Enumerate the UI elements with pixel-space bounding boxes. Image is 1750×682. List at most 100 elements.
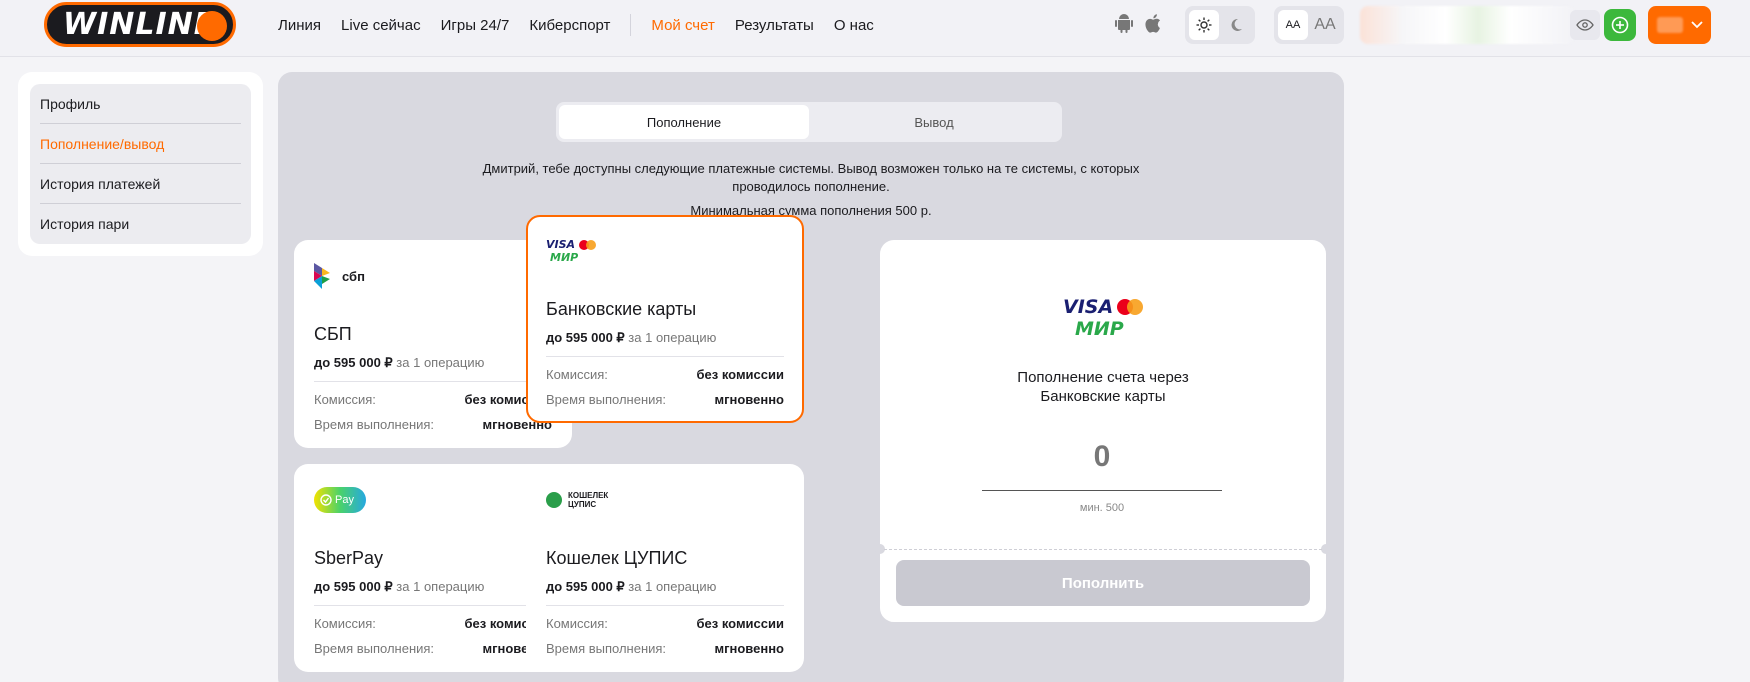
- nav-games[interactable]: Игры 24/7: [441, 17, 510, 34]
- fee-row: Комиссия: без комиссии: [546, 616, 784, 631]
- fee-value: без комиссии: [696, 616, 785, 631]
- balance-area[interactable]: [1360, 6, 1575, 44]
- time-row: Время выполнения: мгновенно: [546, 392, 784, 407]
- toggle-balance-button[interactable]: [1570, 10, 1600, 40]
- amount-min-hint: мин. 500: [1079, 502, 1125, 514]
- limit-suffix: за 1 операцию: [392, 355, 485, 370]
- time-label: Время выполнения:: [546, 641, 667, 656]
- moon-icon: [1231, 18, 1242, 31]
- visa-mir-logo: VISA МИР: [546, 233, 784, 269]
- deposit-title-line2: Банковские карты: [1040, 388, 1166, 405]
- nav-about[interactable]: О нас: [834, 17, 874, 34]
- time-label: Время выполнения:: [314, 641, 435, 656]
- nav-live[interactable]: Live сейчас: [341, 17, 421, 34]
- card-divider: [546, 605, 784, 606]
- sidebar-item-deposit-withdraw[interactable]: Пополнение/вывод: [40, 124, 241, 164]
- sun-icon: [1196, 17, 1212, 33]
- limit-amount: до 595 000 ₽: [314, 579, 393, 594]
- android-icon[interactable]: [1114, 12, 1134, 34]
- amount-input[interactable]: 0: [982, 440, 1222, 474]
- tab-deposit[interactable]: Пополнение: [559, 105, 809, 139]
- tab-withdraw[interactable]: Вывод: [809, 105, 1059, 139]
- chevron-down-icon: [1690, 21, 1703, 29]
- card-divider: [546, 356, 784, 357]
- nav-line[interactable]: Линия: [278, 17, 321, 34]
- limit-suffix: за 1 операцию: [624, 579, 717, 594]
- check-circle-icon: [320, 494, 332, 506]
- mir-logo-text: МИР: [550, 251, 579, 264]
- info-text: Дмитрий, тебе доступны следующие платежн…: [482, 161, 1140, 194]
- limit-amount: до 595 000 ₽: [314, 355, 393, 370]
- mastercard-icon: [1117, 299, 1144, 315]
- fee-value: без комиссии: [696, 367, 785, 382]
- payments-panel: Пополнение Вывод Дмитрий, тебе доступны …: [278, 72, 1344, 682]
- eye-icon: [1576, 19, 1594, 31]
- account-sidebar: Профиль Пополнение/вывод История платеже…: [18, 72, 263, 256]
- payment-card-bank-cards[interactable]: VISA МИР Банковские карты до 595 000 ₽ з…: [526, 215, 804, 423]
- card-divider: [314, 381, 552, 382]
- limit-suffix: за 1 операцию: [624, 330, 717, 345]
- user-menu-button[interactable]: [1648, 6, 1711, 44]
- payment-tabs: Пополнение Вывод: [556, 102, 1062, 142]
- sbp-icon: [314, 263, 330, 289]
- dark-theme-button[interactable]: [1221, 10, 1251, 40]
- main-nav: Линия Live сейчас Игры 24/7 Киберспорт М…: [278, 0, 874, 50]
- card-title: Банковские карты: [546, 299, 697, 319]
- time-row: Время выполнения: мгновенно: [314, 417, 552, 432]
- mastercard-icon: [579, 239, 597, 250]
- fee-label: Комиссия:: [314, 616, 376, 631]
- amount-underline: [982, 490, 1222, 491]
- limit-suffix: за 1 операцию: [392, 579, 485, 594]
- winline-logo[interactable]: WINLINE: [44, 2, 236, 47]
- visa-mir-logo-large: VISA МИР: [1063, 296, 1144, 340]
- nav-esports[interactable]: Киберспорт: [529, 17, 610, 34]
- nav-results[interactable]: Результаты: [735, 17, 814, 34]
- sidebar-item-payment-history[interactable]: История платежей: [40, 164, 241, 204]
- card-limit: до 595 000 ₽ за 1 операцию: [314, 579, 552, 595]
- quick-deposit-button[interactable]: [1604, 9, 1636, 41]
- sidebar-item-bet-history[interactable]: История пари: [40, 204, 241, 244]
- logo-dot-icon: [197, 11, 227, 41]
- time-row: Время выполнения: мгновенно: [546, 641, 784, 656]
- font-size-switch: AA AA: [1274, 6, 1344, 44]
- cupis-logo-line1: КОШЕЛЕК: [568, 491, 609, 500]
- logo-text: WINLINE: [63, 7, 216, 42]
- theme-switch: [1185, 6, 1255, 44]
- fee-label: Комиссия:: [314, 392, 376, 407]
- light-theme-button[interactable]: [1189, 10, 1219, 40]
- apple-icon[interactable]: [1144, 12, 1164, 34]
- mir-logo-text: МИР: [1075, 318, 1124, 340]
- time-label: Время выполнения:: [314, 417, 435, 432]
- fee-label: Комиссия:: [546, 616, 608, 631]
- fee-row: Комиссия: без комиссии: [314, 616, 552, 631]
- font-small-button[interactable]: AA: [1278, 10, 1308, 40]
- deposit-submit-button[interactable]: Пополнить: [896, 560, 1310, 606]
- sbp-logo-text: сбп: [342, 268, 365, 284]
- plus-circle-icon: [1611, 16, 1629, 34]
- dashed-divider: [884, 549, 1322, 550]
- card-title: СБП: [314, 324, 352, 344]
- app-download-icons: [1114, 12, 1164, 34]
- time-row: Время выполнения: мгновенно: [314, 641, 552, 656]
- cupis-logo: КОШЕЛЕК ЦУПИС: [546, 482, 784, 518]
- sberpay-logo-text: Pay: [335, 494, 354, 506]
- payment-card-cupis-wallet[interactable]: КОШЕЛЕК ЦУПИС Кошелек ЦУПИС до 595 000 ₽ …: [526, 464, 804, 672]
- visa-logo-text: VISA: [1063, 296, 1114, 318]
- font-big-button[interactable]: AA: [1310, 10, 1340, 40]
- nav-my-account[interactable]: Мой счет: [651, 17, 714, 34]
- limit-amount: до 595 000 ₽: [546, 330, 625, 345]
- card-title: Кошелек ЦУПИС: [546, 548, 688, 568]
- limit-amount: до 595 000 ₽: [546, 579, 625, 594]
- cupis-logo-text: КОШЕЛЕК ЦУПИС: [568, 491, 608, 509]
- sberpay-pill-icon: Pay: [314, 487, 366, 513]
- fee-label: Комиссия:: [546, 367, 608, 382]
- top-header: WINLINE Линия Live сейчас Игры 24/7 Кибе…: [0, 0, 1750, 57]
- deposit-title: Пополнение счета через Банковские карты: [880, 368, 1326, 406]
- card-limit: до 595 000 ₽ за 1 операцию: [546, 579, 784, 595]
- sberpay-logo: Pay: [314, 482, 552, 518]
- sidebar-item-profile[interactable]: Профиль: [40, 84, 241, 124]
- cupis-logo-line2: ЦУПИС: [568, 500, 597, 509]
- time-label: Время выполнения:: [546, 392, 667, 407]
- ticket-notch-right: [1321, 544, 1331, 554]
- nav-divider: [630, 14, 632, 36]
